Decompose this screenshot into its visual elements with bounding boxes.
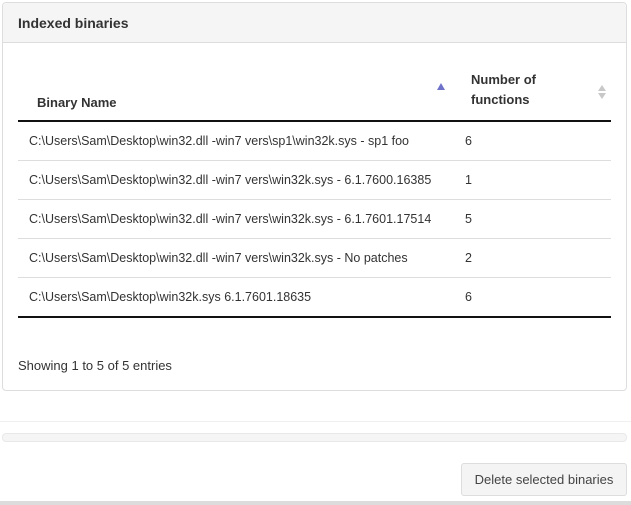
delete-selected-binaries-button[interactable]: Delete selected binaries (461, 463, 627, 496)
sort-both-icon (598, 85, 606, 99)
binary-name-cell: C:\Users\Sam\Desktop\win32.dll -win7 ver… (18, 238, 461, 278)
binary-name-cell: C:\Users\Sam\Desktop\win32.dll -win7 ver… (29, 134, 410, 148)
table-row[interactable]: C:\Users\Sam\Desktop\win32.dll -win7 ver… (18, 238, 611, 278)
binary-name-cell: C:\Users\Sam\Desktop\win32.dll -win7 ver… (18, 199, 461, 239)
table-row[interactable]: C:\Users\Sam\Desktop\win32.dll -win7 ver… (18, 199, 611, 239)
function-count-cell: 1 (461, 160, 611, 200)
panel-title: Indexed binaries (3, 3, 626, 43)
function-count-cell: 2 (461, 238, 611, 278)
function-count-cell: 6 (465, 134, 472, 148)
bottom-border (0, 501, 631, 505)
indexed-binaries-panel: Indexed binaries Binary Name Number of f… (2, 2, 627, 391)
function-count-cell: 5 (461, 199, 611, 239)
column-header-binary-name-label: Binary Name (37, 95, 117, 110)
binary-name-cell: C:\Users\Sam\Desktop\win32k.sys 6.1.7601… (18, 277, 461, 318)
table-info-text: Showing 1 to 5 of 5 entries (18, 358, 172, 373)
column-header-number-of-functions[interactable]: Number of functions (461, 60, 611, 122)
table-row[interactable]: C:\Users\Sam\Desktop\win32k.sys 6.1.7601… (18, 277, 611, 318)
sort-ascending-icon (437, 83, 445, 90)
function-count-cell: 6 (461, 277, 611, 318)
table-row[interactable]: C:\Users\Sam\Desktop\win32.dll -win7 ver… (18, 160, 611, 200)
column-header-count-label: Number of functions (471, 72, 536, 107)
binary-name-cell: C:\Users\Sam\Desktop\win32.dll -win7 ver… (18, 160, 461, 200)
table-row[interactable]: C:\Users\Sam\Desktop\win32.dll -win7 ver… (18, 121, 611, 161)
section-divider (0, 421, 631, 422)
column-header-binary-name[interactable]: Binary Name (18, 60, 461, 122)
table-header-row: Binary Name Number of functions (18, 60, 611, 122)
binaries-table: Binary Name Number of functions C:\Users… (18, 60, 611, 318)
empty-progress-bar (2, 433, 627, 442)
